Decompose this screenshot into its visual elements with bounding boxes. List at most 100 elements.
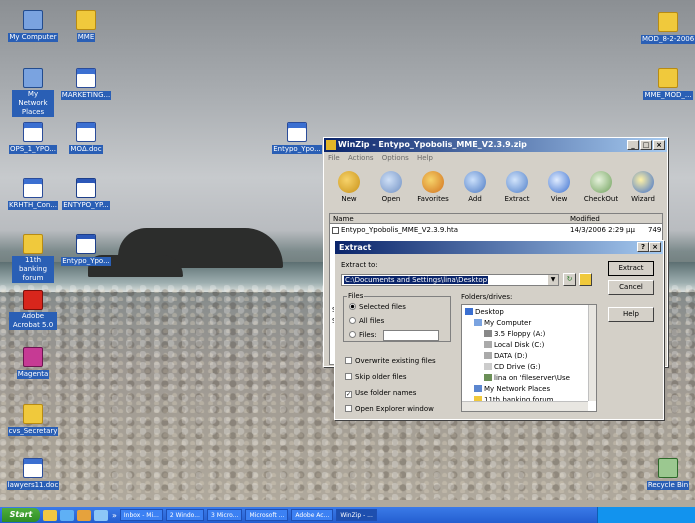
radio-all-files[interactable]: All files [349, 317, 384, 325]
task-winzip[interactable]: WinZip - ... [336, 509, 377, 521]
checkbox [345, 373, 352, 380]
close-button[interactable]: × [653, 140, 665, 150]
new-icon [338, 171, 360, 193]
tree-desktop[interactable]: Desktop [465, 308, 504, 316]
extract-titlebar[interactable]: Extract ? × [335, 241, 663, 254]
desktop-icon-entypo-ypo[interactable]: Entypo_Ypo... [58, 234, 114, 266]
winzip-titlebar[interactable]: WinZip - Entypo_Ypobolis_MME_V2.3.9.zip … [324, 138, 667, 152]
toolbar-wizard-button[interactable]: Wizard [622, 168, 664, 210]
tree-local-disk[interactable]: Local Disk (C:) [484, 341, 544, 349]
menu-actions[interactable]: Actions [348, 154, 374, 162]
desktop-icon-mod-doc[interactable]: MOΔ.doc [58, 122, 114, 154]
winzip-toolbar: New Open Favorites Add Extract View Chec… [328, 168, 664, 210]
menu-help[interactable]: Help [417, 154, 433, 162]
folder-icon [658, 68, 678, 88]
folder-tree[interactable]: Desktop My Computer 3.5 Floppy (A:) Loca… [461, 304, 597, 412]
task-microsoft-2[interactable]: Microsoft ... [245, 509, 289, 521]
desktop-icon-lawyers[interactable]: lawyers11.doc [5, 458, 61, 490]
quicklaunch-chevron[interactable]: » [112, 511, 117, 520]
folder-icon [23, 404, 43, 424]
desktop-icon-marketing[interactable]: MARKETING... [58, 68, 114, 100]
tree-data[interactable]: DATA (D:) [484, 352, 527, 360]
menu-file[interactable]: File [328, 154, 340, 162]
desktop-icon-entypo-yp[interactable]: ENTYPO_YP... [58, 178, 114, 210]
desktop-icon-acrobat[interactable]: Adobe Acrobat 5.0 [5, 290, 61, 330]
checkout-icon [590, 171, 612, 193]
window-icon [76, 234, 96, 254]
desktop-icon-banking-forum[interactable]: 11th banking forum [5, 234, 61, 283]
window-icon [76, 178, 96, 198]
winzip-title: WinZip - Entypo_Ypobolis_MME_V2.3.9.zip [338, 140, 527, 149]
toolbar-view-button[interactable]: View [538, 168, 580, 210]
horizontal-scrollbar[interactable] [462, 401, 588, 411]
extract-to-combo[interactable]: C:\Documents and Settings\lina\Desktop ▼ [341, 274, 559, 286]
desktop-icon-mod-folder[interactable]: MOD_8-2-2006 [641, 12, 695, 44]
chevron-down-icon[interactable]: ▼ [548, 275, 558, 285]
tree-network-share[interactable]: lina on 'fileserver\Use [484, 374, 570, 382]
magenta-icon [23, 347, 43, 367]
vertical-scrollbar[interactable] [588, 305, 596, 401]
extract-button[interactable]: Extract [608, 261, 654, 276]
toolbar-extract-button[interactable]: Extract [496, 168, 538, 210]
cancel-button[interactable]: Cancel [608, 280, 654, 295]
desktop-icon-mme-mod[interactable]: MME_MOD_... [641, 68, 695, 100]
open-icon [380, 171, 402, 193]
start-button[interactable]: Start [2, 508, 40, 522]
task-windows[interactable]: 2 Windo... [165, 509, 204, 521]
menu-options[interactable]: Options [382, 154, 409, 162]
folder-icon [23, 234, 43, 254]
radio-selected-files[interactable]: Selected files [349, 303, 406, 311]
radio-files[interactable]: Files: [349, 331, 377, 339]
extract-icon [506, 171, 528, 193]
toolbar-checkout-button[interactable]: CheckOut [580, 168, 622, 210]
desktop-icon-krhth[interactable]: KRHTH_Con... [5, 178, 61, 210]
refresh-icon[interactable]: ↻ [563, 273, 576, 286]
task-adobe[interactable]: Adobe Ac... [291, 509, 334, 521]
check-overwrite[interactable]: Overwrite existing files [345, 357, 436, 365]
help-button[interactable]: Help [608, 307, 654, 322]
toolbar-add-button[interactable]: Add [454, 168, 496, 210]
toolbar-favorites-button[interactable]: Favorites [412, 168, 454, 210]
winzip-icon [326, 140, 336, 150]
quicklaunch-folder-icon[interactable] [43, 509, 57, 521]
check-use-folder-names[interactable]: ✓ Use folder names [345, 389, 416, 398]
check-open-explorer[interactable]: Open Explorer window [345, 405, 434, 413]
column-name[interactable]: Name [333, 215, 354, 223]
desktop-icon-network[interactable]: My Network Places [5, 68, 61, 117]
desktop-icon-entypo-doc[interactable]: Entypo_Ypo... [269, 122, 325, 154]
close-button[interactable]: × [649, 242, 661, 252]
document-icon [23, 178, 43, 198]
desktop-icon-cvs-secretary[interactable]: cvs_Secretary [5, 404, 61, 436]
new-folder-icon[interactable] [579, 273, 592, 286]
network-icon [474, 385, 482, 392]
task-microsoft-1[interactable]: 3 Micro... [206, 509, 243, 521]
wizard-icon [632, 171, 654, 193]
checkbox [345, 357, 352, 364]
quicklaunch-ie-icon[interactable] [60, 509, 74, 521]
desktop-icon-ops[interactable]: OPS_1_YPO... [5, 122, 61, 154]
desktop-icon-my-computer[interactable]: My Computer [5, 10, 61, 42]
desktop-icon-magenta[interactable]: Magenta [5, 347, 61, 379]
quicklaunch-desktop-icon[interactable] [94, 509, 108, 521]
files-group-label: Files [347, 292, 365, 300]
table-row[interactable]: Entypo_Ypobolis_MME_V2.3.9.hta 14/3/2006… [330, 226, 662, 236]
desktop-icon-mme[interactable]: MME [58, 10, 114, 42]
column-modified[interactable]: Modified [570, 215, 600, 223]
network-icon [23, 68, 43, 88]
files-input[interactable] [383, 330, 439, 341]
quicklaunch-outlook-icon[interactable] [77, 509, 91, 521]
tree-floppy[interactable]: 3.5 Floppy (A:) [484, 330, 545, 338]
tree-network-places[interactable]: My Network Places [474, 385, 550, 393]
system-tray[interactable] [597, 507, 695, 523]
check-skip-older[interactable]: Skip older files [345, 373, 407, 381]
desktop-icon-recycle-bin[interactable]: Recycle Bin [641, 458, 695, 490]
help-glyph-button[interactable]: ? [637, 242, 649, 252]
toolbar-open-button[interactable]: Open [370, 168, 412, 210]
tree-cd-drive[interactable]: CD Drive (G:) [484, 363, 541, 371]
task-inbox[interactable]: Inbox - Mi... [119, 509, 163, 521]
favorites-icon [422, 171, 444, 193]
toolbar-new-button[interactable]: New [328, 168, 370, 210]
minimize-button[interactable]: _ [627, 140, 639, 150]
tree-my-computer[interactable]: My Computer [474, 319, 531, 327]
maximize-button[interactable]: □ [640, 140, 652, 150]
